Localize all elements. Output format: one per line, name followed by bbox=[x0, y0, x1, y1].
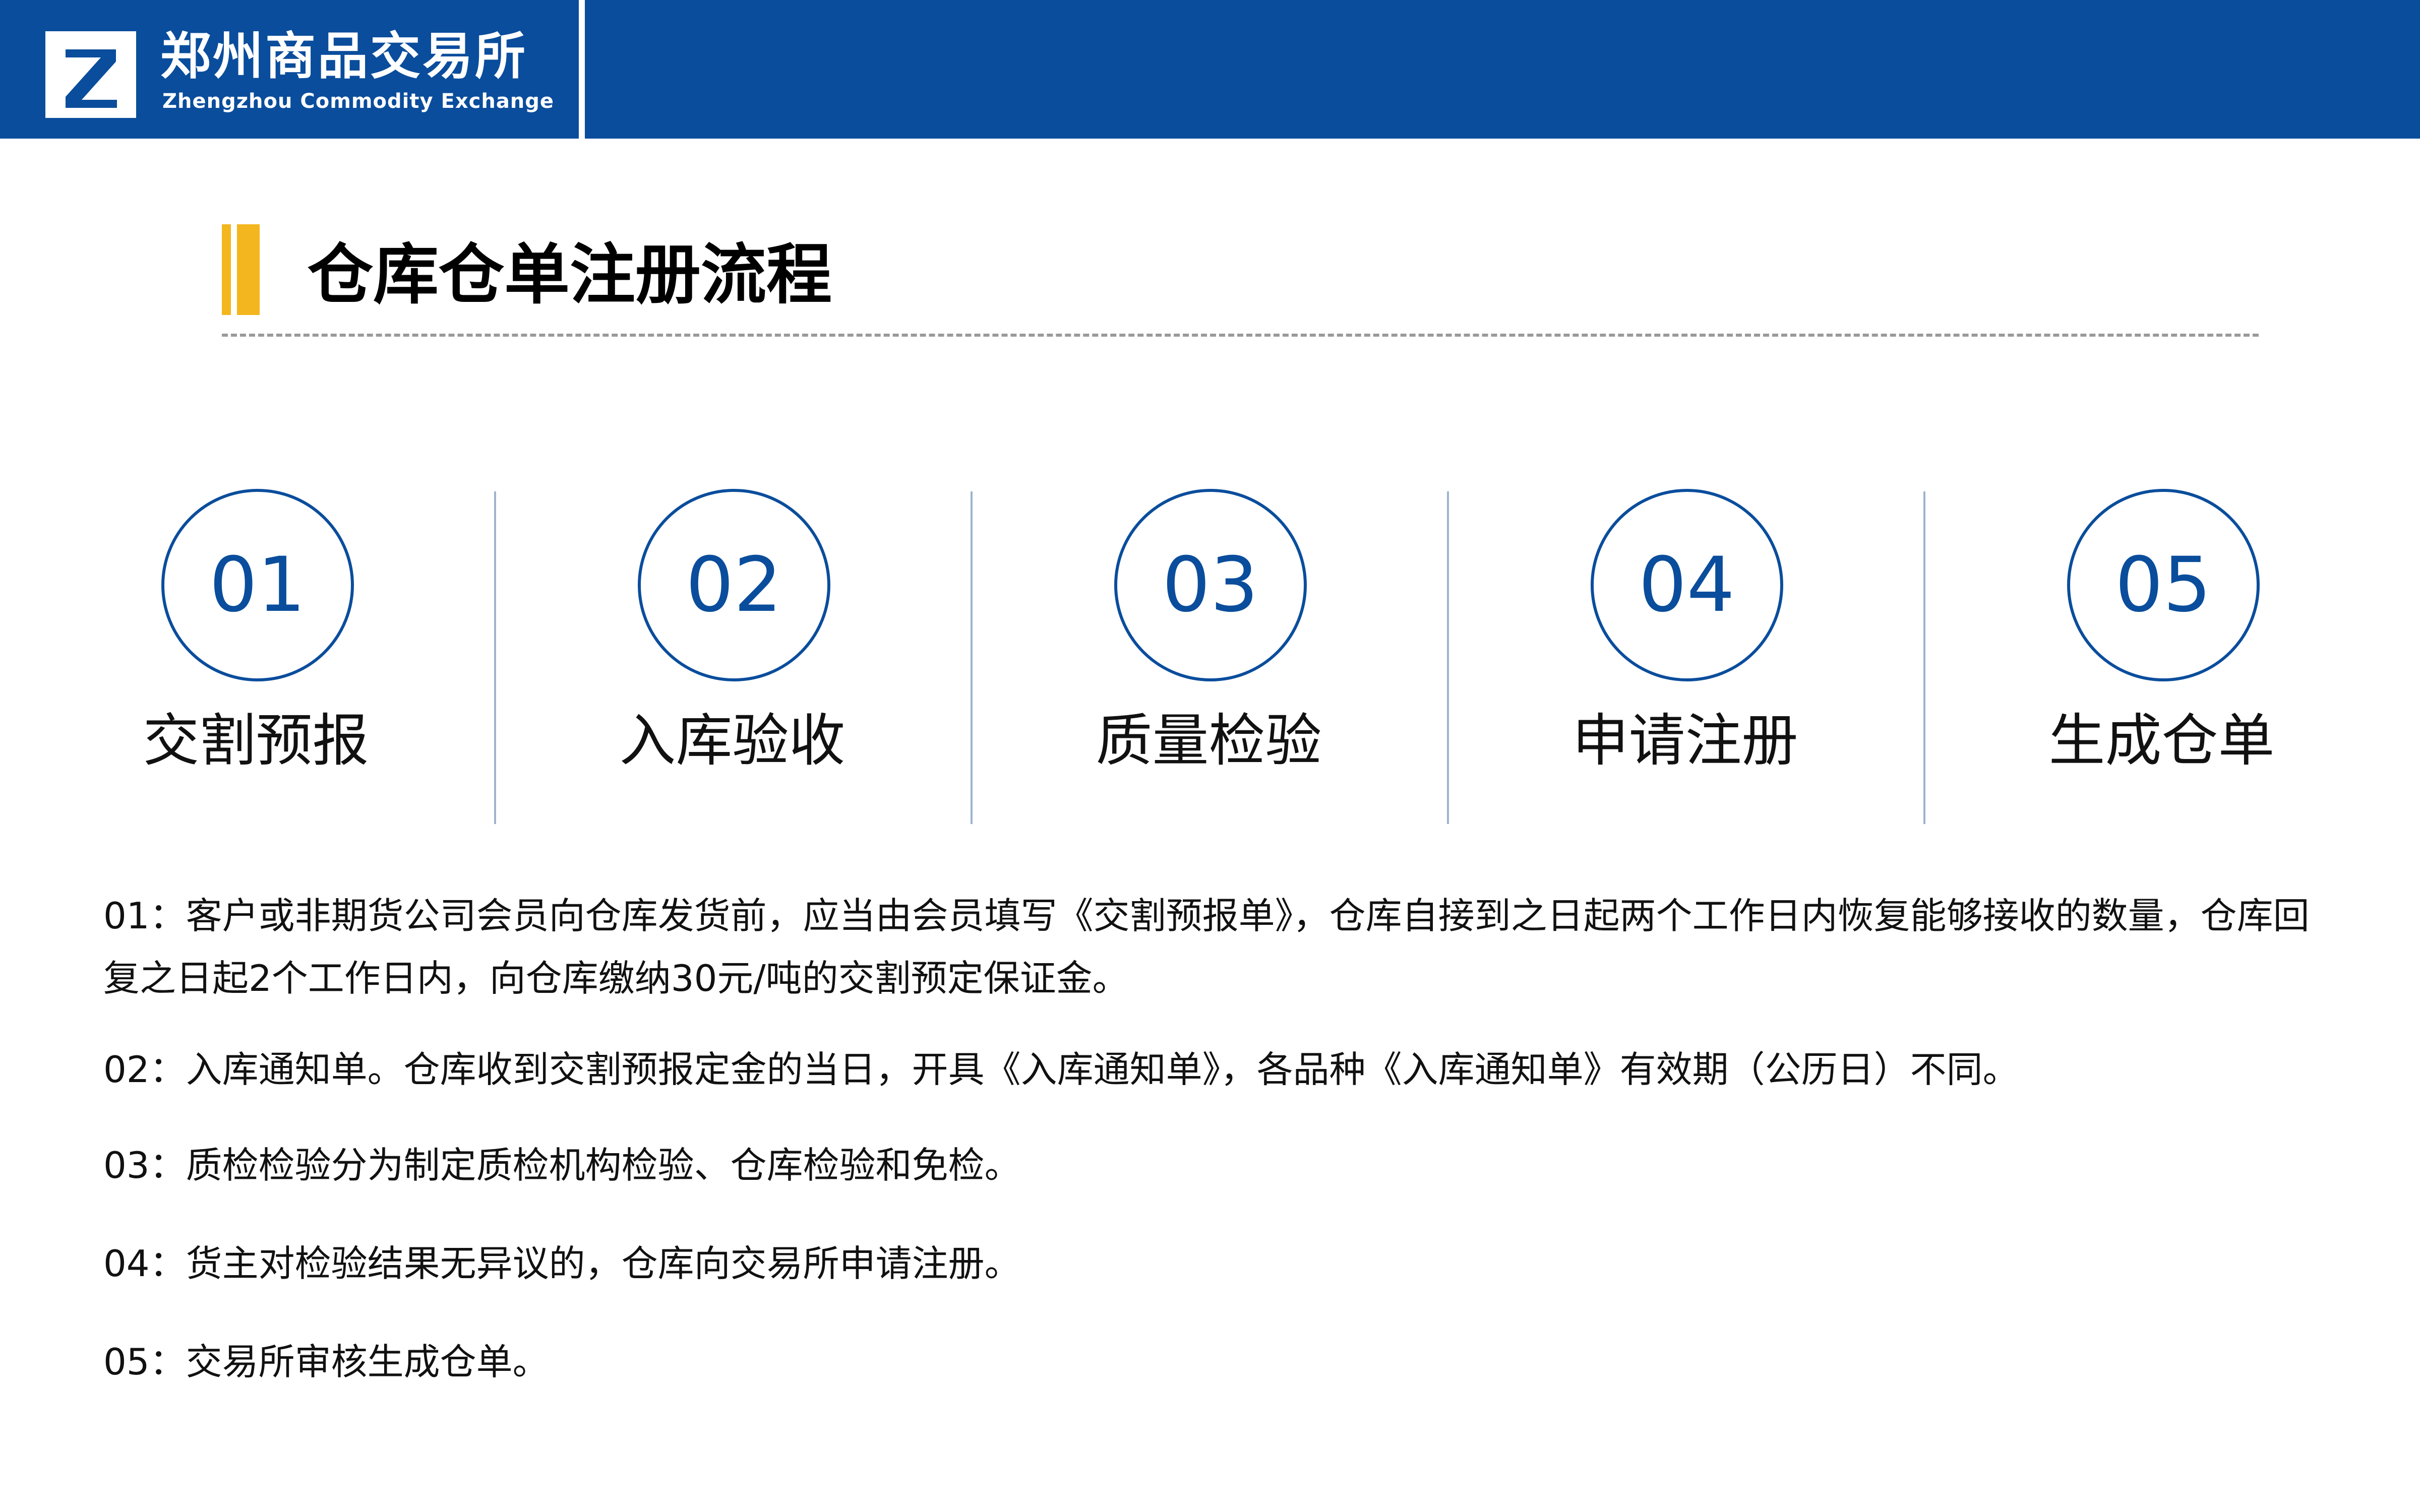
step-label: 申请注册 bbox=[1572, 708, 1798, 774]
step-1: 01 交割预报 bbox=[18, 489, 494, 791]
description-1: 01：客户或非期货公司会员向仓库发货前，应当由会员填写《交割预报单》，仓库自接到… bbox=[103, 895, 2310, 999]
page-title: 仓库仓单注册流程 bbox=[308, 236, 832, 313]
header-bar: 郑州商品交易所 Zhengzhou Commodity Exchange bbox=[0, 0, 2420, 139]
step-number: 04 bbox=[1590, 489, 1783, 681]
description-3: 03：质检检验分为制定质检机构检验、仓库检验和免检。 bbox=[103, 1144, 1021, 1186]
step-4: 04 申请注册 bbox=[1447, 489, 1923, 791]
brand-name-cn: 郑州商品交易所 bbox=[160, 27, 527, 86]
title-accent-bars bbox=[222, 224, 260, 315]
step-label: 质量检验 bbox=[1096, 708, 1322, 774]
step-2: 02 入库验收 bbox=[494, 489, 971, 791]
brand-name-en: Zhengzhou Commodity Exchange bbox=[162, 90, 555, 113]
step-5: 05 生成仓单 bbox=[1923, 489, 2400, 791]
description-2: 02：入库通知单。仓库收到交割预报定金的当日，开具《入库通知单》，各品种《入库通… bbox=[103, 1048, 2019, 1091]
step-label: 交割预报 bbox=[143, 708, 369, 774]
step-label: 入库验收 bbox=[619, 708, 845, 774]
zce-logo-icon bbox=[45, 31, 136, 118]
step-number: 01 bbox=[161, 489, 354, 681]
description-4: 04：货主对检验结果无异议的，仓库向交易所申请注册。 bbox=[103, 1242, 1021, 1285]
description-5: 05：交易所审核生成仓单。 bbox=[103, 1341, 549, 1383]
title-divider bbox=[222, 334, 2259, 337]
step-number: 05 bbox=[2067, 489, 2260, 681]
step-number: 02 bbox=[637, 489, 830, 681]
step-3: 03 质量检验 bbox=[971, 489, 1447, 791]
step-number: 03 bbox=[1114, 489, 1307, 681]
step-label: 生成仓单 bbox=[2048, 708, 2275, 774]
header-divider bbox=[579, 0, 585, 139]
